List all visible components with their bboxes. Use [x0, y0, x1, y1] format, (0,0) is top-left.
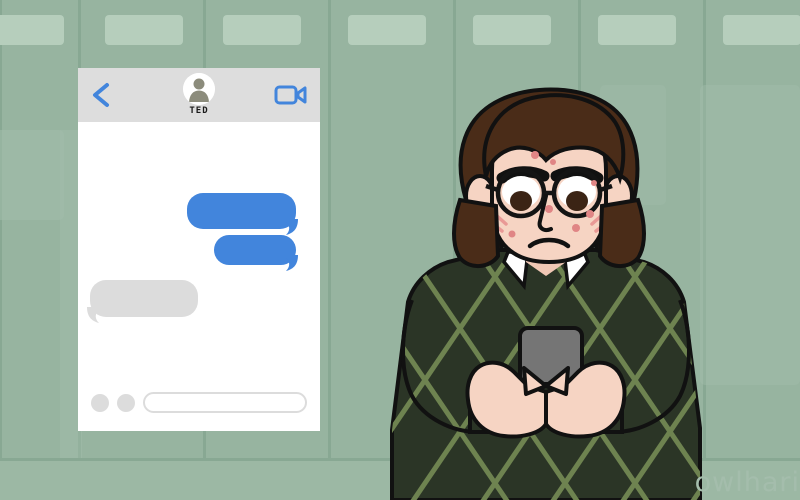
- back-button[interactable]: [90, 82, 112, 108]
- bubble-tail: [284, 219, 298, 235]
- message-input[interactable]: [143, 392, 307, 413]
- message-bubble-sent[interactable]: [187, 193, 296, 229]
- iris-left: [510, 191, 532, 211]
- camera-button[interactable]: [91, 393, 109, 412]
- contact-name: TED: [189, 106, 209, 116]
- hair-lock-right: [597, 197, 646, 268]
- message-compose-bar: [78, 374, 320, 431]
- chat-header: TED: [78, 68, 320, 122]
- message-thread: [78, 122, 320, 374]
- person-silhouette-icon: [183, 73, 215, 105]
- hair-lock-left: [452, 197, 501, 268]
- contact-avatar-block[interactable]: TED: [181, 73, 217, 116]
- bubble-tail: [87, 307, 101, 323]
- bubble-tail: [284, 255, 298, 271]
- attachment-button[interactable]: [117, 393, 135, 412]
- avatar: [183, 73, 215, 105]
- iris-right: [566, 191, 588, 211]
- messaging-app-window: TED: [78, 68, 320, 431]
- message-bubble-received[interactable]: [90, 280, 198, 317]
- video-call-button[interactable]: [274, 84, 308, 106]
